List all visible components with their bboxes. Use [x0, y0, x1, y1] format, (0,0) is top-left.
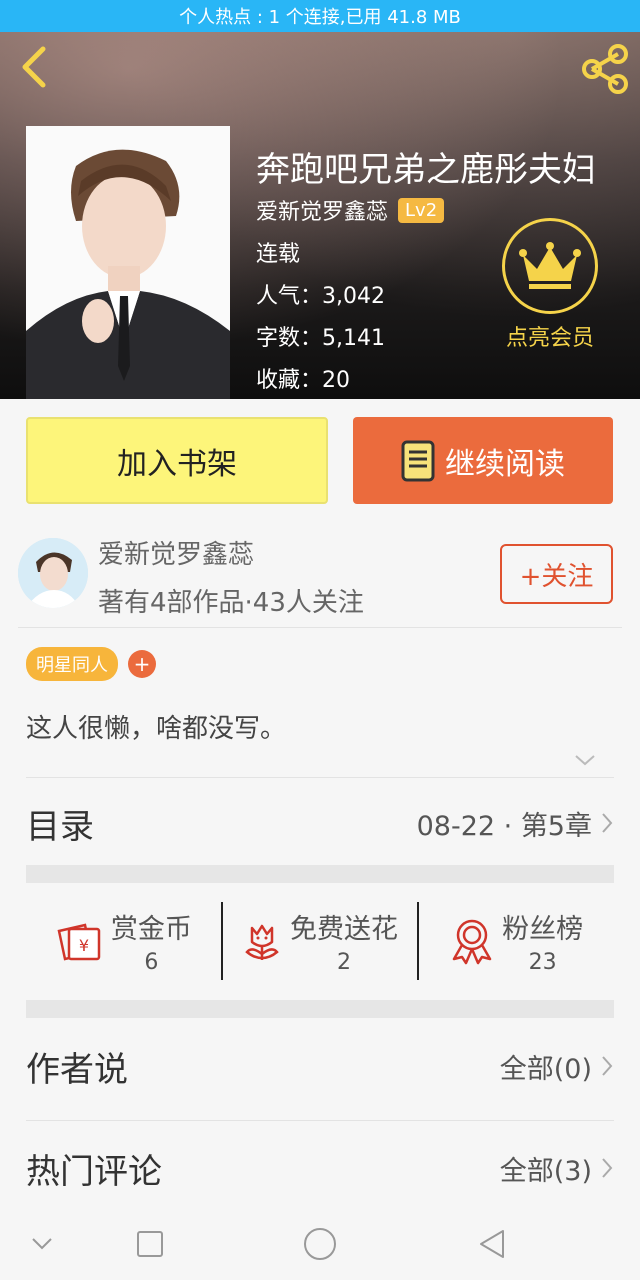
divider — [26, 777, 614, 778]
cover-portrait-image — [26, 126, 230, 399]
share-icon — [582, 44, 628, 94]
add-tag-button[interactable]: + — [128, 650, 156, 678]
author-says-title: 作者说 — [26, 1049, 128, 1090]
share-button[interactable] — [578, 42, 632, 96]
triangle-back-icon — [480, 1230, 504, 1258]
nav-back-button[interactable] — [474, 1226, 510, 1262]
chevron-down-icon[interactable] — [574, 750, 596, 770]
send-flower-label: 免费送花 — [290, 914, 398, 945]
book-author: 爱新觉罗鑫蕊 Lv2 — [256, 194, 445, 226]
popularity-label: 人气： — [256, 284, 323, 309]
nav-recents-button[interactable] — [132, 1226, 168, 1262]
favorites-value: 20 — [322, 368, 351, 393]
fan-ranking-value: 23 — [528, 950, 557, 975]
vip-label: 点亮会员 — [505, 326, 594, 351]
status-bar-text: 个人热点 : 1 个连接,已用 41.8 MB — [179, 7, 461, 28]
catalog-title: 目录 — [26, 806, 94, 847]
crown-icon — [519, 242, 581, 289]
reward-coins-label: 赏金币 — [110, 914, 192, 945]
hot-comments-title: 热门评论 — [26, 1151, 162, 1192]
author-stats: 著有4部作品·43人关注 — [98, 588, 364, 618]
medal-icon — [452, 919, 492, 965]
add-to-shelf-button[interactable]: 加入书架 — [26, 417, 328, 504]
author-avatar-image — [18, 538, 88, 608]
follow-button[interactable]: +关注 — [500, 544, 613, 604]
hot-comments-row[interactable]: 热门评论 全部(3) — [26, 1120, 614, 1216]
level-badge: Lv2 — [398, 197, 445, 223]
book-favorites: 收藏：20 — [256, 362, 350, 394]
vip-circle — [502, 218, 598, 314]
continue-reading-button[interactable]: 继续阅读 — [353, 417, 613, 504]
favorites-label: 收藏： — [256, 368, 323, 393]
word-count-value: 5,141 — [322, 326, 385, 351]
book-status: 连载 — [256, 242, 301, 267]
popularity-value: 3,042 — [322, 284, 385, 309]
chevron-right-icon — [602, 1056, 613, 1076]
author-says-count: 全部(0) — [499, 1053, 592, 1085]
author-says-row[interactable]: 作者说 全部(0) — [26, 1018, 614, 1114]
continue-reading-label: 继续阅读 — [445, 446, 565, 482]
svg-text:¥: ¥ — [79, 936, 89, 955]
chevron-down-icon — [32, 1238, 52, 1250]
square-icon — [137, 1231, 163, 1257]
fan-ranking-label: 粉丝榜 — [502, 914, 584, 945]
flower-icon — [245, 924, 279, 960]
book-header: 奔跑吧兄弟之鹿彤夫妇 爱新觉罗鑫蕊 Lv2 连载 人气：3,042 字数：5,1… — [0, 32, 640, 399]
catalog-latest: 08-22 · 第5章 — [417, 804, 614, 843]
catalog-row[interactable]: 目录 08-22 · 第5章 — [26, 780, 614, 866]
hot-comments-count: 全部(3) — [499, 1155, 592, 1187]
section-separator — [26, 1000, 614, 1018]
book-intro: 这人很懒，啥都没写。 — [26, 714, 287, 744]
send-flower-value: 2 — [337, 950, 351, 975]
avatar[interactable] — [18, 538, 88, 608]
tag-chip[interactable]: 明星同人 — [26, 647, 118, 681]
latest-chapter-text: 08-22 · 第5章 — [416, 810, 592, 842]
support-stats: ¥ 赏金币 6 免费送花 2 粉丝榜 23 — [26, 882, 614, 1000]
word-count-label: 字数： — [256, 326, 323, 351]
tag-row: 明星同人 + — [26, 647, 156, 681]
book-word-count: 字数：5,141 — [256, 320, 385, 352]
reward-coins-button[interactable]: ¥ 赏金币 6 — [26, 882, 221, 1000]
book-icon — [401, 440, 435, 481]
chevron-right-icon — [602, 1158, 613, 1178]
chevron-right-icon — [602, 813, 613, 833]
add-to-shelf-label: 加入书架 — [117, 446, 237, 482]
book-title: 奔跑吧兄弟之鹿彤夫妇 — [256, 150, 596, 190]
nav-collapse-button[interactable] — [24, 1226, 60, 1262]
book-popularity: 人气：3,042 — [256, 278, 385, 310]
author-says-link: 全部(0) — [500, 1047, 614, 1086]
hot-comments-link: 全部(3) — [500, 1149, 614, 1188]
system-nav-bar — [0, 1208, 640, 1280]
chevron-left-icon — [22, 46, 46, 88]
fan-ranking-button[interactable]: 粉丝榜 23 — [419, 882, 614, 1000]
send-flower-button[interactable]: 免费送花 2 — [223, 882, 418, 1000]
book-author-name[interactable]: 爱新觉罗鑫蕊 — [256, 194, 388, 226]
section-separator — [26, 865, 614, 883]
red-envelope-icon: ¥ — [57, 923, 101, 961]
back-button[interactable] — [14, 42, 54, 92]
author-name[interactable]: 爱新觉罗鑫蕊 — [98, 534, 254, 571]
nav-home-button[interactable] — [302, 1226, 338, 1262]
author-card: 爱新觉罗鑫蕊 著有4部作品·43人关注 +关注 — [18, 528, 622, 628]
circle-icon — [304, 1228, 336, 1260]
reward-coins-value: 6 — [144, 950, 159, 975]
vip-button[interactable]: 点亮会员 — [500, 218, 600, 352]
status-bar: 个人热点 : 1 个连接,已用 41.8 MB — [0, 0, 640, 32]
book-cover[interactable] — [26, 126, 230, 399]
